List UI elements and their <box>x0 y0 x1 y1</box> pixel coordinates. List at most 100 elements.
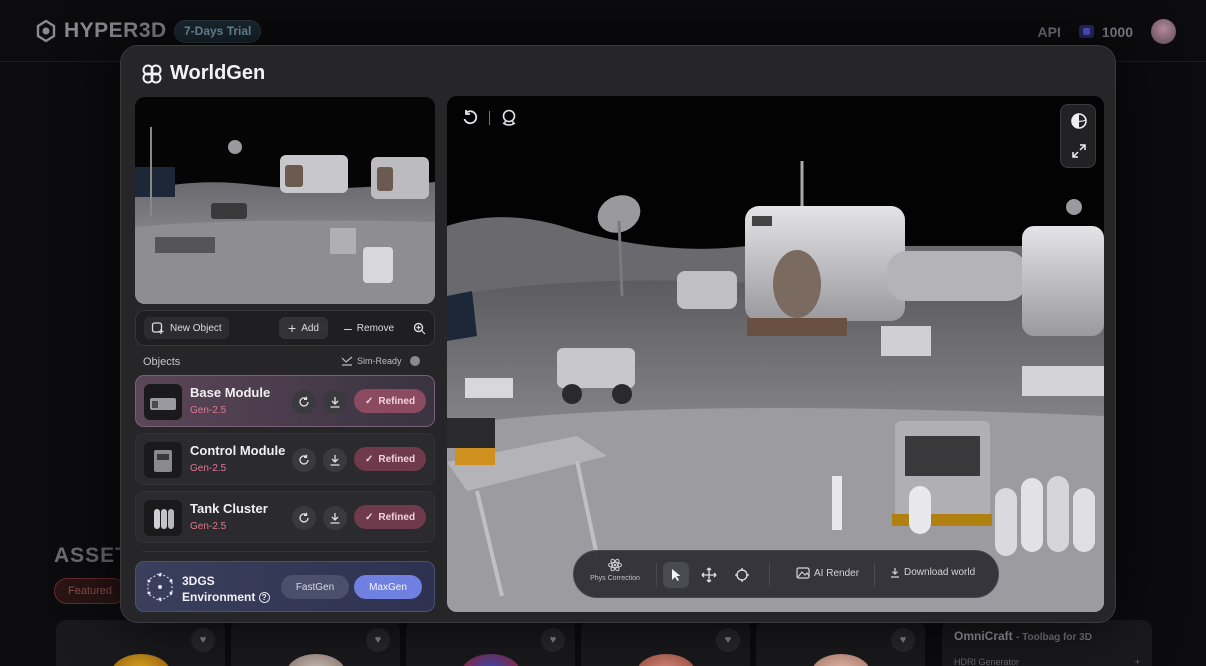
object-generation: Gen-2.5 <box>190 405 227 416</box>
omnicraft-card[interactable]: OmniCraft - Toolbag for 3D HDRI Generato… <box>942 620 1152 666</box>
separator <box>769 563 770 587</box>
new-object-icon <box>151 322 164 334</box>
phys-correction-label: Phys Correction <box>590 575 640 582</box>
rotate-icon <box>735 568 749 582</box>
object-thumbnail <box>144 384 182 420</box>
expand-icon <box>1072 144 1086 158</box>
asset-card[interactable]: ♥ <box>581 620 750 666</box>
cursor-icon <box>672 569 681 581</box>
list-item[interactable]: Base Module Gen-2.5 ✓ Refined <box>135 375 435 427</box>
plus-icon: + <box>288 320 297 336</box>
phys-correction-button[interactable]: Phys Correction <box>586 557 644 582</box>
remove-button[interactable]: – Remove <box>340 317 398 339</box>
atom-icon <box>608 558 622 572</box>
undo-icon[interactable] <box>461 109 479 127</box>
asset-card[interactable]: ♥ <box>756 620 925 666</box>
separator <box>489 111 490 125</box>
object-name: Control Module <box>190 443 286 458</box>
object-generation: Gen-2.5 <box>190 521 227 532</box>
download-icon <box>891 568 899 578</box>
hyper3d-logo-icon <box>36 19 56 43</box>
refresh-icon <box>299 396 309 407</box>
worldgen-modal: WorldGen New Object + Add – Remove Objec… <box>120 45 1116 623</box>
add-button[interactable]: + Add <box>279 317 328 339</box>
credits-count: 1000 <box>1101 23 1133 40</box>
fullscreen-button[interactable] <box>1069 141 1089 161</box>
heart-icon[interactable]: ♥ <box>716 628 740 652</box>
separator <box>656 563 657 587</box>
download-icon <box>330 397 340 408</box>
maxgen-button[interactable]: MaxGen <box>354 575 422 599</box>
download-button[interactable] <box>323 506 347 530</box>
3d-viewport[interactable]: Phys Correction AI Render Download world <box>447 96 1104 612</box>
fastgen-button[interactable]: FastGen <box>281 575 349 599</box>
move-icon <box>701 567 717 583</box>
object-name: Tank Cluster <box>190 501 268 516</box>
image-render-icon <box>796 567 810 579</box>
heart-icon[interactable]: ♥ <box>366 628 390 652</box>
select-tool-button[interactable] <box>663 562 689 588</box>
refined-badge[interactable]: ✓ Refined <box>354 389 427 413</box>
regenerate-button[interactable] <box>292 390 316 414</box>
help-icon[interactable]: ? <box>258 592 270 604</box>
viewport-toolbar: Phys Correction AI Render Download world <box>573 550 999 598</box>
search-icon <box>413 322 425 334</box>
new-object-button[interactable]: New Object <box>144 317 229 339</box>
sim-ready-toggle[interactable]: Sim-Ready <box>341 356 420 366</box>
object-thumbnail <box>144 500 182 536</box>
refresh-icon <box>299 454 309 465</box>
heart-icon[interactable]: ♥ <box>191 628 215 652</box>
avatar[interactable] <box>1151 19 1176 44</box>
plus-icon: + <box>1134 657 1140 666</box>
check-icon: ✓ <box>365 511 374 523</box>
trial-badge[interactable]: 7-Days Trial <box>174 20 262 43</box>
download-button[interactable] <box>323 390 347 414</box>
refined-badge[interactable]: ✓ Refined <box>354 505 427 529</box>
download-icon <box>330 455 340 466</box>
download-icon <box>330 513 340 524</box>
omnicraft-item[interactable]: HDRI Generator + <box>954 657 1140 666</box>
lighting-icon <box>1071 113 1087 129</box>
credits-display[interactable]: 1000 <box>1078 23 1133 40</box>
separator <box>874 563 875 587</box>
zoom-button[interactable] <box>408 317 430 339</box>
moon-base-scene <box>447 96 1104 612</box>
assets-section-title: ASSET <box>54 544 130 567</box>
objects-heading: Objects <box>143 356 181 368</box>
lighting-toggle-button[interactable] <box>1069 111 1089 131</box>
object-generation: Gen-2.5 <box>190 463 227 474</box>
download-world-button[interactable]: Download world <box>890 567 975 578</box>
asset-card[interactable]: ♥ <box>231 620 400 666</box>
list-item[interactable]: Tank Cluster Gen-2.5 ✓ Refined <box>135 491 435 543</box>
download-button[interactable] <box>323 448 347 472</box>
credit-icon <box>1078 25 1094 38</box>
refresh-icon <box>299 512 309 523</box>
regenerate-button[interactable] <box>292 448 316 472</box>
brand-logo[interactable]: HYPER3D <box>34 19 167 43</box>
object-toolbar: New Object + Add – Remove <box>135 310 435 346</box>
object-name: Base Module <box>190 385 271 400</box>
object-thumbnail <box>144 442 182 478</box>
refined-badge[interactable]: ✓ Refined <box>354 447 427 471</box>
heart-icon[interactable]: ♥ <box>541 628 565 652</box>
orbit-camera-icon[interactable] <box>500 109 518 127</box>
check-icon: ✓ <box>365 395 374 407</box>
sim-ready-icon <box>341 356 353 366</box>
api-link[interactable]: API <box>1038 24 1061 40</box>
modal-title: WorldGen <box>141 62 265 85</box>
omnicraft-title: OmniCraft - Toolbag for 3D <box>954 629 1092 643</box>
scene-preview-image <box>135 97 435 304</box>
divider <box>143 551 427 552</box>
rotate-tool-button[interactable] <box>729 562 755 588</box>
ai-render-button[interactable]: AI Render <box>796 567 859 579</box>
featured-filter[interactable]: Featured <box>54 578 127 604</box>
asset-card[interactable]: ♥ <box>56 620 225 666</box>
toggle-switch[interactable] <box>409 356 420 366</box>
asset-card[interactable]: ♥ <box>406 620 575 666</box>
list-item[interactable]: Control Module Gen-2.5 ✓ Refined <box>135 433 435 485</box>
heart-icon[interactable]: ♥ <box>891 628 915 652</box>
asset-cards: ♥ ♥ ♥ ♥ ♥ <box>56 620 925 666</box>
move-tool-button[interactable] <box>696 562 722 588</box>
regenerate-button[interactable] <box>292 506 316 530</box>
environment-panel: 3DGS Environment ? FastGen MaxGen <box>135 561 435 612</box>
